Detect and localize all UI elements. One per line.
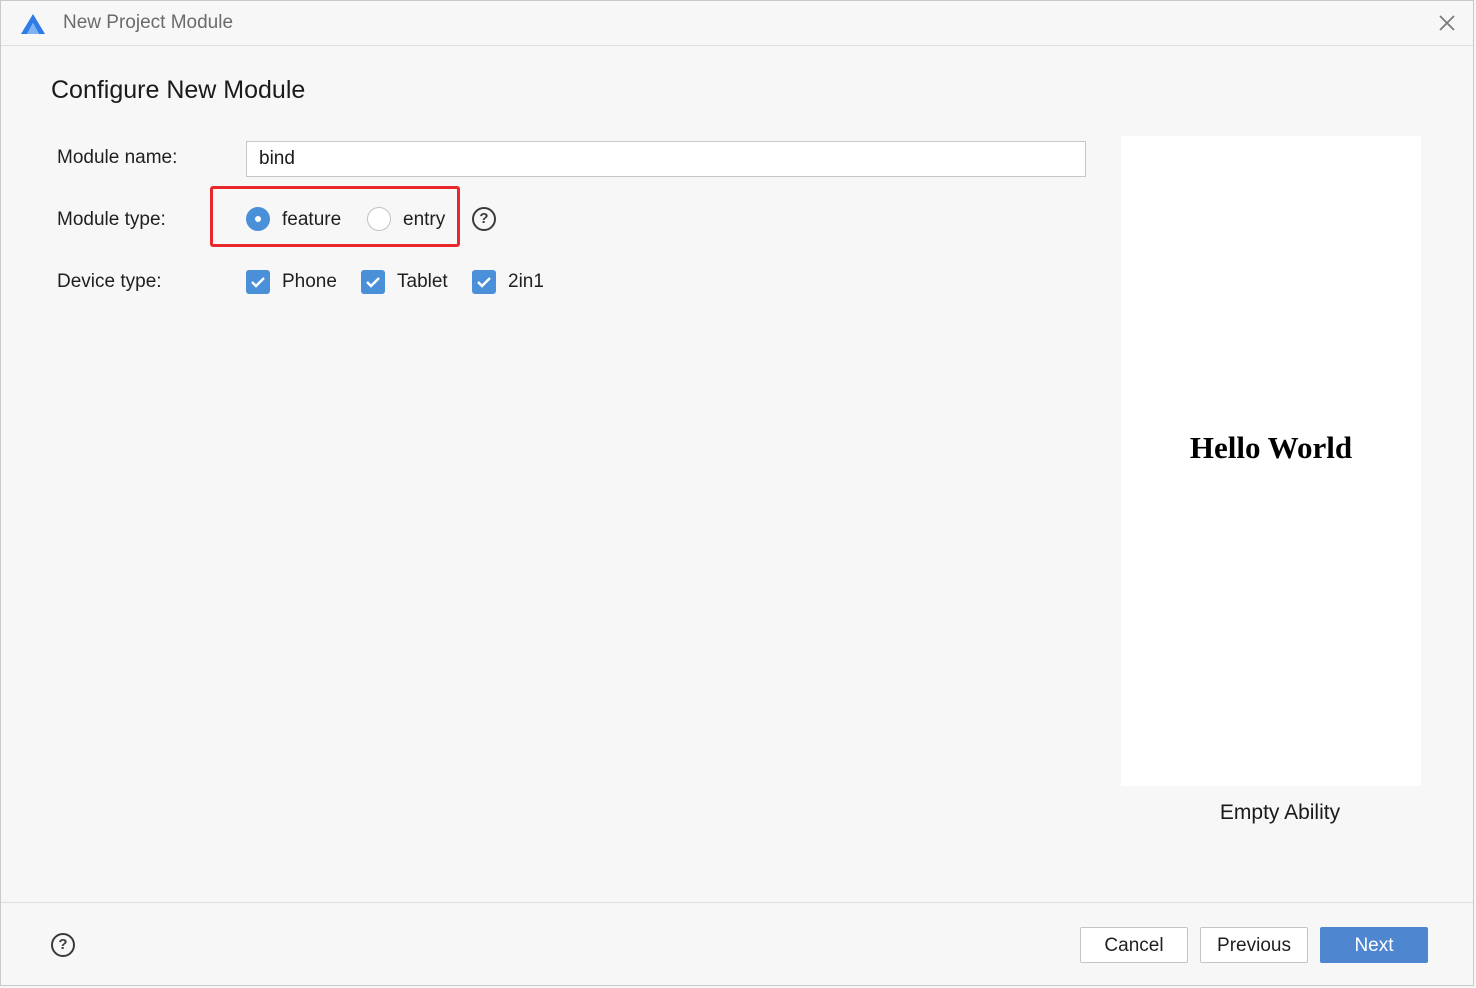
- feature-radio[interactable]: [246, 207, 270, 231]
- device-type-label: Device type:: [57, 271, 162, 292]
- window-title: New Project Module: [63, 12, 234, 33]
- module-type-label: Module type:: [57, 209, 166, 230]
- module-name-label: Module name:: [57, 147, 178, 168]
- template-name: Empty Ability: [1219, 801, 1341, 824]
- checkmark-icon: [477, 277, 491, 288]
- previous-button[interactable]: Previous: [1200, 927, 1308, 963]
- tablet-checkbox[interactable]: [361, 270, 385, 294]
- tablet-checkbox-label[interactable]: Tablet: [397, 271, 448, 293]
- checkmark-icon: [251, 277, 265, 288]
- template-preview: Hello World: [1121, 136, 1421, 786]
- next-button[interactable]: Next: [1320, 927, 1428, 963]
- cancel-button[interactable]: Cancel: [1080, 927, 1188, 963]
- feature-radio-label[interactable]: feature: [282, 209, 341, 231]
- question-icon[interactable]: ?: [51, 933, 75, 957]
- entry-radio[interactable]: [367, 207, 391, 231]
- question-icon[interactable]: ?: [472, 207, 496, 231]
- preview-screen-text: Hello World: [1189, 430, 1353, 465]
- page-title: Configure New Module: [51, 76, 306, 104]
- 2in1-checkbox-label[interactable]: 2in1: [508, 271, 544, 293]
- app-logo-icon: [21, 14, 45, 34]
- close-icon[interactable]: [1435, 11, 1459, 35]
- footer-divider: [1, 902, 1473, 903]
- module-name-input[interactable]: [246, 141, 1086, 177]
- entry-radio-label[interactable]: entry: [403, 209, 445, 231]
- checkmark-icon: [366, 277, 380, 288]
- 2in1-checkbox[interactable]: [472, 270, 496, 294]
- phone-checkbox-label[interactable]: Phone: [282, 271, 337, 293]
- new-project-module-dialog: New Project Module Configure New Module …: [0, 0, 1474, 986]
- phone-checkbox[interactable]: [246, 270, 270, 294]
- title-bar: New Project Module: [1, 1, 1473, 46]
